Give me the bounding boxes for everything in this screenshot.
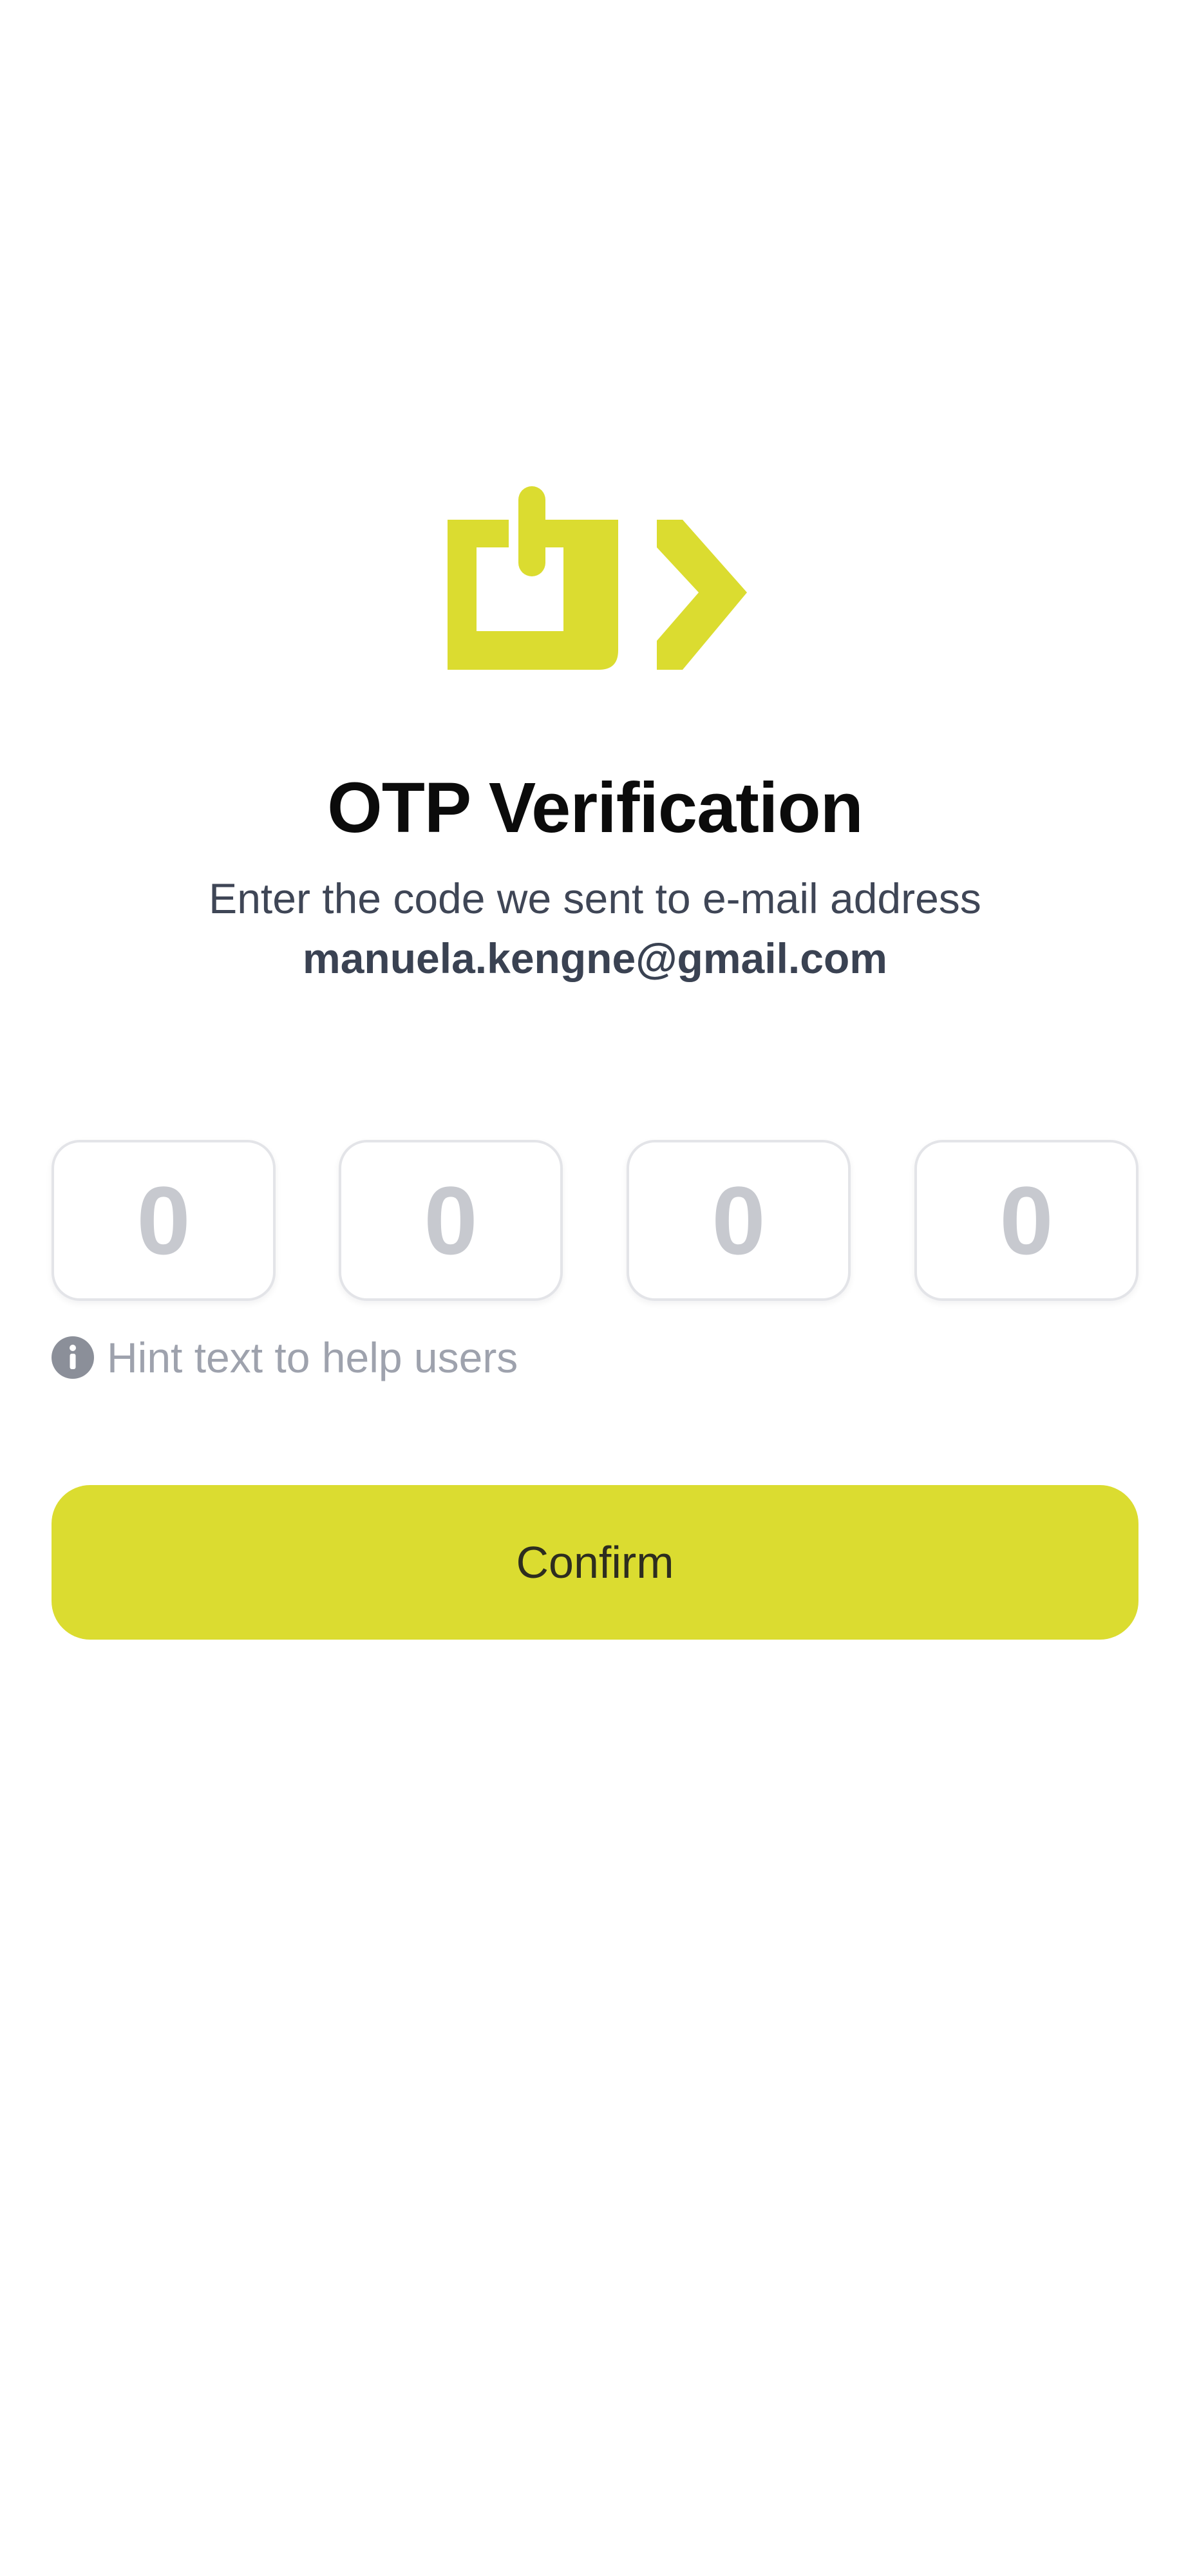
otp-input-group <box>52 1140 1138 1302</box>
otp-digit-box-3[interactable] <box>627 1140 851 1301</box>
hint-text: Hint text to help users <box>107 1334 518 1381</box>
otp-verification-screen: OTP Verification Enter the code we sent … <box>0 0 1190 2576</box>
page-subtitle: Enter the code we sent to e-mail address <box>209 875 981 922</box>
recipient-email: manuela.kengne@gmail.com <box>303 934 887 982</box>
confirm-button[interactable]: Confirm <box>52 1485 1138 1640</box>
otp-digit-input-4[interactable] <box>917 1142 1136 1298</box>
otp-digit-box-4[interactable] <box>914 1140 1138 1301</box>
otp-digit-input-2[interactable] <box>341 1142 560 1298</box>
info-icon <box>52 1336 94 1379</box>
hint-row: Hint text to help users <box>52 1332 518 1383</box>
otp-digit-input-3[interactable] <box>629 1142 848 1298</box>
otp-digit-input-1[interactable] <box>54 1142 273 1298</box>
otp-digit-box-1[interactable] <box>52 1140 276 1301</box>
otp-digit-box-2[interactable] <box>339 1140 563 1301</box>
page-title: OTP Verification <box>327 768 864 848</box>
brand-logo-icon <box>448 486 747 670</box>
